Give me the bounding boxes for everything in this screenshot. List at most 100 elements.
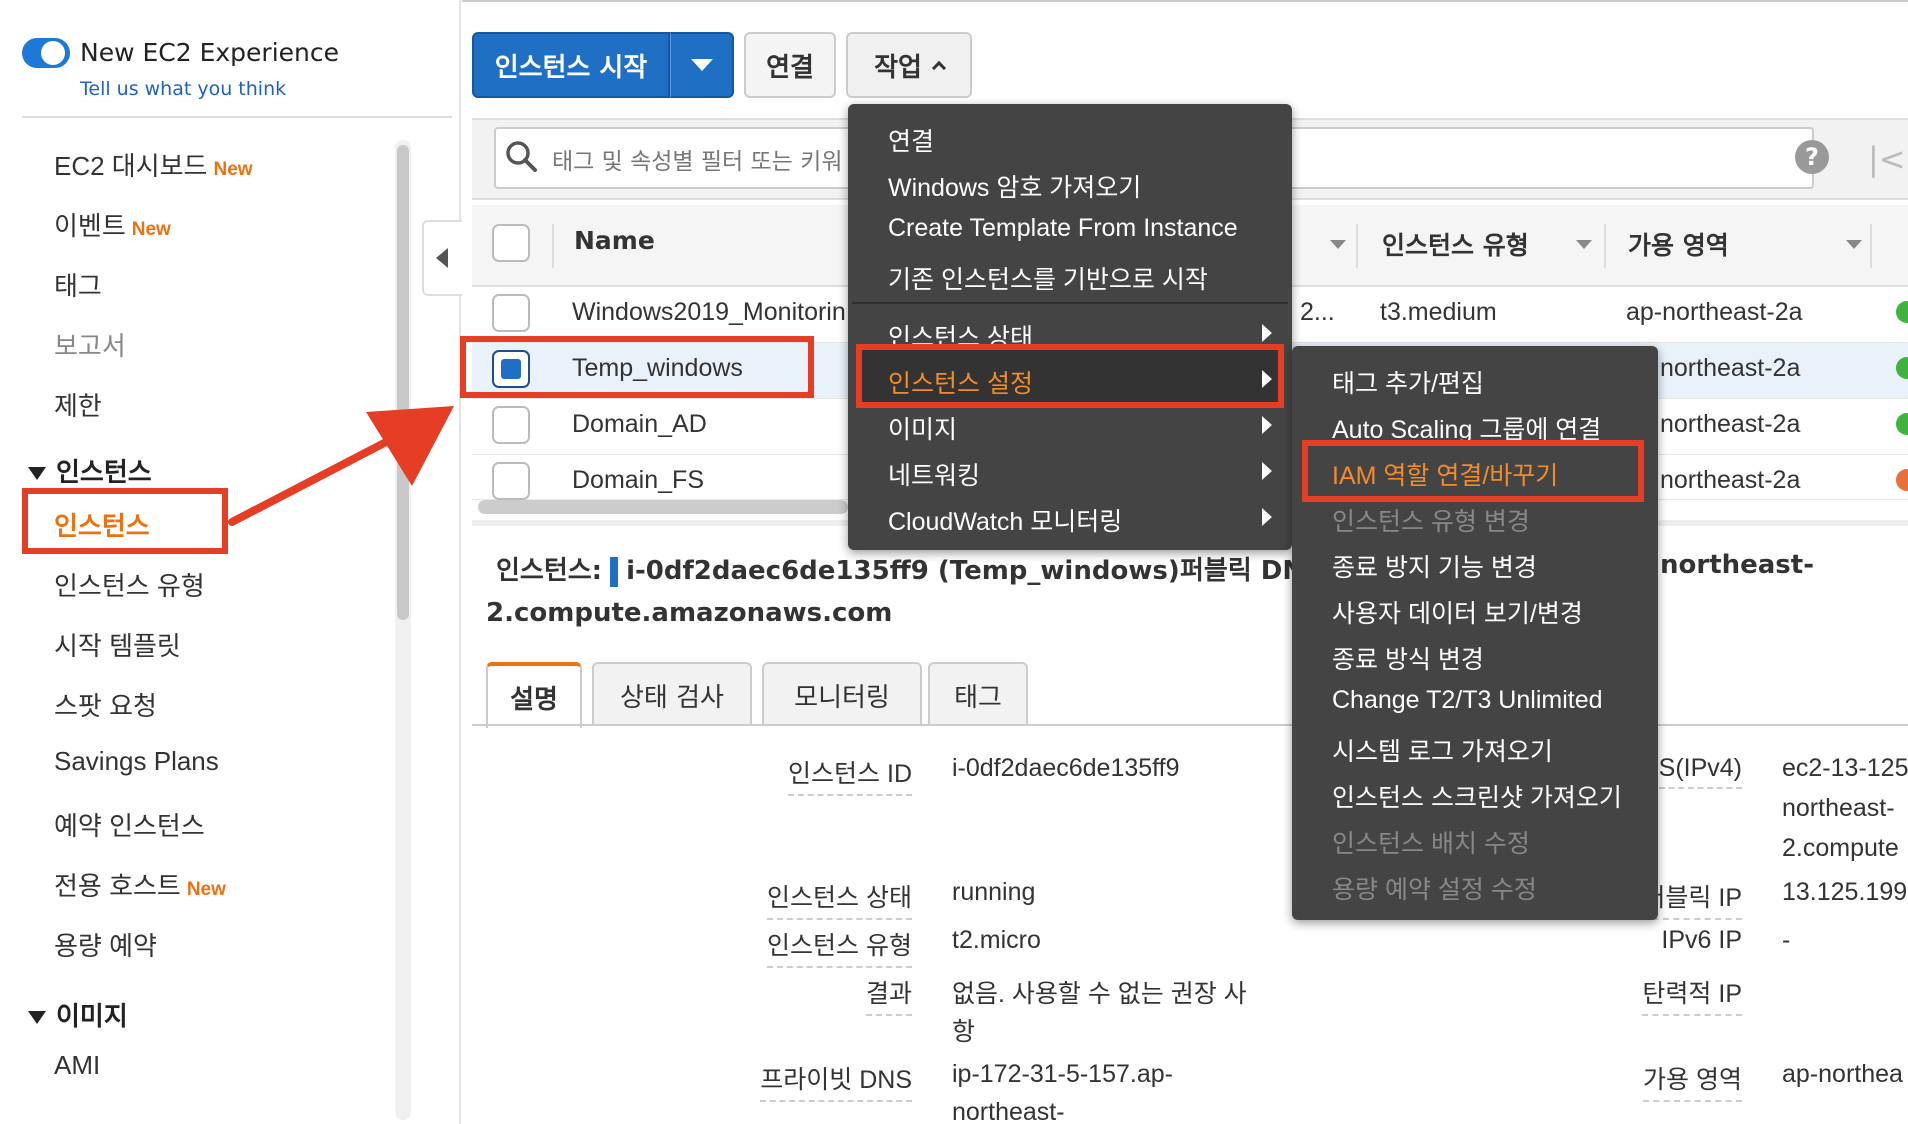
table-horizontal-scrollbar[interactable]	[478, 500, 848, 514]
field-label-private-dns: 프라이빗 DNS	[760, 1060, 912, 1102]
column-separator	[1870, 224, 1872, 268]
sidebar-item-tags[interactable]: 태그	[54, 266, 102, 303]
submenu-item-view-change-user-data[interactable]: 사용자 데이터 보기/변경	[1332, 594, 1583, 630]
submenu-item-change-t2-t3-unlimited[interactable]: Change T2/T3 Unlimited	[1332, 686, 1603, 715]
sidebar-item-reports[interactable]: 보고서	[54, 326, 126, 363]
sidebar-item-events[interactable]: 이벤트 New	[54, 206, 171, 243]
sidebar-item-launch-templates[interactable]: 시작 템플릿	[54, 626, 181, 663]
field-value-availability-zone: ap-northea	[1782, 1060, 1903, 1088]
column-header-instance-type[interactable]: 인스턴스 유형	[1382, 226, 1529, 262]
section-label: 인스턴스	[56, 458, 152, 488]
field-value-ipv6: -	[1782, 926, 1791, 954]
submenu-arrow-icon	[1262, 508, 1272, 526]
sidebar-item-ami[interactable]: AMI	[54, 1050, 100, 1081]
sidebar-item-instance-types[interactable]: 인스턴스 유형	[54, 566, 205, 603]
sidebar-item-spot-requests[interactable]: 스팟 요청	[54, 686, 157, 723]
instance-id-partial: 2...	[1300, 298, 1335, 326]
submenu-arrow-icon	[1262, 462, 1272, 480]
field-label-public-dns-ipv4: S(IPv4)	[1658, 754, 1742, 789]
submenu-item-get-instance-screenshot[interactable]: 인스턴스 스크린샷 가져오기	[1332, 778, 1622, 814]
column-header-name[interactable]: Name	[574, 226, 655, 255]
row-checkbox[interactable]	[492, 462, 530, 500]
submenu-item-add-edit-tags[interactable]: 태그 추가/편집	[1332, 364, 1484, 400]
public-dns-value: northeast-	[1660, 550, 1815, 580]
sidebar-separator	[22, 116, 452, 118]
sidebar-item-capacity-reservations[interactable]: 용량 예약	[54, 926, 157, 963]
field-label-instance-state: 인스턴스 상태	[767, 878, 912, 920]
launch-dropdown-button[interactable]	[670, 32, 734, 98]
column-header-availability-zone[interactable]: 가용 영역	[1628, 226, 1729, 262]
field-value-finding-line2: 항	[952, 1018, 976, 1046]
sidebar-item-label: EC2 대시보드	[54, 151, 208, 181]
submenu-item-get-system-log[interactable]: 시스템 로그 가져오기	[1332, 732, 1553, 768]
annotation-box-instances-nav	[22, 488, 228, 554]
field-value-instance-id: i-0df2daec6de135ff9	[952, 754, 1180, 782]
sidebar-section-instances[interactable]: 인스턴스	[28, 452, 152, 489]
annotation-box-instance-settings	[856, 344, 1284, 408]
new-badge: New	[186, 879, 226, 900]
sort-caret-icon[interactable]	[1846, 240, 1862, 249]
field-label-instance-id: 인스턴스 ID	[788, 754, 912, 796]
submenu-item-change-termination-protection[interactable]: 종료 방지 기능 변경	[1332, 548, 1537, 584]
sort-caret-icon[interactable]	[1576, 240, 1592, 249]
field-value-public-dns-ipv4-line3: 2.compute	[1782, 834, 1899, 862]
field-value-instance-state: running	[952, 878, 1036, 906]
help-icon[interactable]: ?	[1795, 140, 1829, 174]
field-value-finding: 없음. 사용할 수 없는 권장 사	[952, 980, 1247, 1008]
first-page-icon[interactable]: |<	[1868, 140, 1906, 178]
menu-item-get-windows-password[interactable]: Windows 암호 가져오기	[888, 168, 1141, 204]
tab-tags[interactable]: 태그	[928, 662, 1028, 726]
detail-title-value: i-0df2daec6de135ff9 (Temp_windows)	[626, 556, 1180, 586]
instance-name: Domain_AD	[572, 410, 707, 438]
menu-item-networking[interactable]: 네트워킹	[888, 456, 980, 492]
detail-title-marker	[610, 556, 619, 587]
select-all-checkbox[interactable]	[492, 224, 530, 262]
menu-item-connect[interactable]: 연결	[888, 122, 934, 158]
detail-title-prefix: 인스턴스:	[496, 556, 603, 586]
sidebar-scroll-thumb[interactable]	[397, 145, 409, 620]
sidebar-item-limits[interactable]: 제한	[54, 386, 102, 423]
submenu-item-change-shutdown-behavior[interactable]: 종료 방식 변경	[1332, 640, 1484, 676]
toggle-knob	[41, 41, 65, 65]
new-experience-label: New EC2 Experience	[80, 38, 339, 67]
tab-monitoring[interactable]: 모니터링	[762, 662, 922, 726]
field-value-public-dns-ipv4-line2: northeast-	[1782, 794, 1895, 822]
submenu-item-change-instance-type: 인스턴스 유형 변경	[1332, 508, 1530, 536]
field-value-public-dns-ipv4: ec2-13-125	[1782, 754, 1908, 782]
field-value-public-ip: 13.125.199	[1782, 878, 1908, 906]
chevron-left-icon	[436, 248, 448, 268]
submenu-arrow-icon	[1262, 324, 1272, 342]
actions-button[interactable]: 작업	[846, 32, 972, 98]
new-badge: New	[213, 159, 253, 180]
field-value-private-dns: ip-172-31-5-157.ap-	[952, 1060, 1173, 1088]
tab-description[interactable]: 설명	[486, 662, 582, 728]
submenu-arrow-icon	[1262, 416, 1272, 434]
field-label-finding: 결과	[865, 974, 912, 1016]
feedback-link[interactable]: Tell us what you think	[80, 78, 286, 100]
sidebar-item-dedicated-hosts[interactable]: 전용 호스트 New	[54, 866, 226, 903]
collapse-triangle-icon	[28, 1011, 46, 1024]
launch-instance-button[interactable]: 인스턴스 시작	[472, 32, 670, 98]
row-checkbox[interactable]	[492, 294, 530, 332]
availability-zone: northeast-2a	[1660, 410, 1801, 438]
submenu-item-modify-capacity-reservation: 용량 예약 설정 수정	[1332, 876, 1537, 904]
caret-down-icon	[690, 59, 713, 71]
field-value-private-dns-line2: northeast-	[952, 1098, 1065, 1124]
tab-status-checks[interactable]: 상태 검사	[592, 662, 752, 726]
menu-item-image[interactable]: 이미지	[888, 410, 957, 446]
section-label: 이미지	[56, 1002, 128, 1032]
menu-item-create-template[interactable]: Create Template From Instance	[888, 214, 1238, 243]
sidebar-item-ec2-dashboard[interactable]: EC2 대시보드 New	[54, 146, 253, 183]
menu-item-launch-more-like-this[interactable]: 기존 인스턴스를 기반으로 시작	[888, 260, 1208, 296]
row-checkbox[interactable]	[492, 406, 530, 444]
sidebar-item-reserved-instances[interactable]: 예약 인스턴스	[54, 806, 205, 843]
menu-item-cloudwatch-monitoring[interactable]: CloudWatch 모니터링	[888, 502, 1122, 538]
public-dns-value-line2: 2.compute.amazonaws.com	[486, 598, 893, 628]
sidebar-section-images[interactable]: 이미지	[28, 996, 128, 1033]
sidebar-item-savings-plans[interactable]: Savings Plans	[54, 746, 219, 777]
search-icon	[506, 141, 537, 172]
connect-button[interactable]: 연결	[744, 32, 836, 98]
sort-caret-icon[interactable]	[1330, 240, 1346, 249]
menu-separator	[852, 302, 1288, 304]
column-separator	[1356, 224, 1358, 268]
